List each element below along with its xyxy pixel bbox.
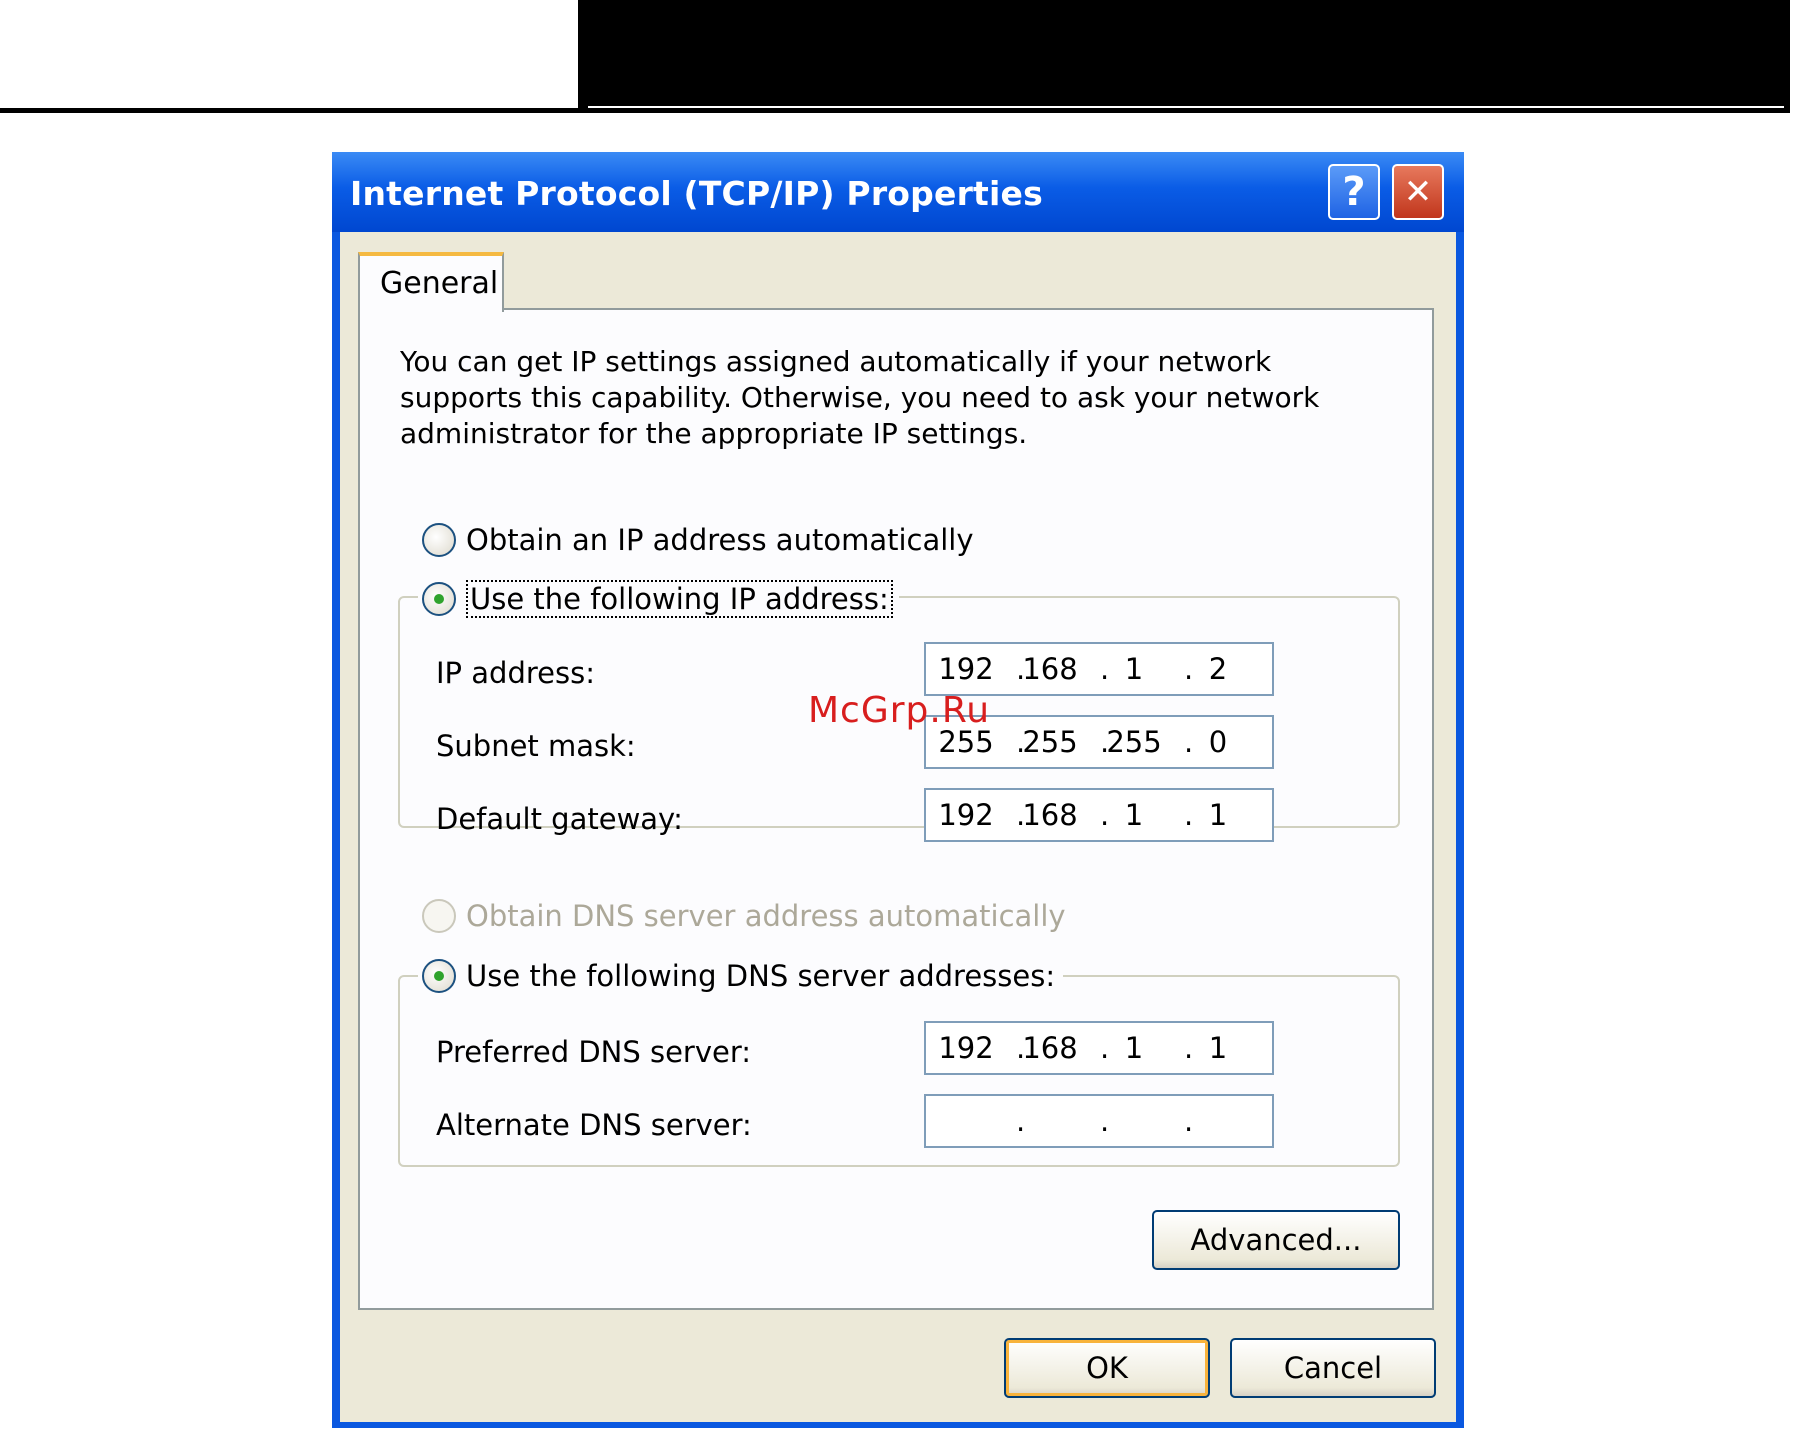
preferred-dns-label: Preferred DNS server: [436,1035,752,1069]
octet-1: 192 [938,652,994,686]
octet-1: 192 [938,1031,994,1065]
octet-4: 2 [1208,652,1228,686]
octet-2: 168 [1022,652,1078,686]
header-banner-underline [588,106,1784,108]
tab-general[interactable]: General [358,252,504,312]
title-bar[interactable]: Internet Protocol (TCP/IP) Properties ? … [332,152,1464,232]
general-tab-panel: You can get IP settings assigned automat… [358,308,1434,1310]
advanced-button[interactable]: Advanced... [1152,1210,1400,1270]
octet-4: 1 [1208,798,1228,832]
default-gateway-label: Default gateway: [436,802,683,836]
radio-button-icon[interactable] [422,523,456,557]
subnet-mask-label: Subnet mask: [436,729,636,763]
octet-separator: . [1100,1104,1110,1138]
octet-2: 168 [1022,798,1078,832]
preferred-dns-input[interactable]: 192 . 168 . 1 . 1 [924,1021,1274,1075]
window-title: Internet Protocol (TCP/IP) Properties [350,174,1043,213]
radio-button-icon[interactable] [422,959,456,993]
watermark: McGrp.Ru [808,690,991,731]
ip-address-input[interactable]: 192 . 168 . 1 . 2 [924,642,1274,696]
octet-1: 192 [938,798,994,832]
ok-button[interactable]: OK [1004,1338,1210,1398]
dialog-client-area: General You can get IP settings assigned… [340,232,1456,1422]
radio-use-following-dns[interactable]: Use the following DNS server addresses: [418,959,1064,993]
octet-4: 1 [1208,1031,1228,1065]
radio-use-following-ip-label: Use the following IP address: [466,580,893,618]
cancel-button[interactable]: Cancel [1230,1338,1436,1398]
octet-3: 1 [1124,1031,1144,1065]
radio-button-icon [422,899,456,933]
octet-2: 255 [1022,725,1078,759]
radio-use-following-dns-label: Use the following DNS server addresses: [466,959,1056,993]
octet-3: 1 [1124,798,1144,832]
radio-use-following-ip[interactable]: Use the following IP address: [418,580,899,618]
octet-2: 168 [1022,1031,1078,1065]
octet-3: 255 [1106,725,1162,759]
tab-general-label: General [380,266,499,301]
octet-4: 0 [1208,725,1228,759]
intro-text: You can get IP settings assigned automat… [400,345,1320,450]
alternate-dns-label: Alternate DNS server: [436,1108,752,1142]
help-button[interactable]: ? [1328,164,1380,220]
alternate-dns-input[interactable]: . . . [924,1094,1274,1148]
close-icon: ✕ [1403,172,1433,212]
radio-obtain-ip-auto[interactable]: Obtain an IP address automatically [422,523,974,557]
default-gateway-input[interactable]: 192 . 168 . 1 . 1 [924,788,1274,842]
radio-button-icon[interactable] [422,582,456,616]
ip-address-label: IP address: [436,656,595,690]
radio-obtain-ip-auto-label: Obtain an IP address automatically [466,523,974,557]
radio-obtain-dns-auto-label: Obtain DNS server address automatically [466,899,1066,933]
radio-obtain-dns-auto: Obtain DNS server address automatically [422,899,1066,933]
octet-separator: . [1016,1104,1026,1138]
close-button[interactable]: ✕ [1392,164,1444,220]
header-black-banner [578,0,1790,112]
octet-separator: . [1184,1104,1194,1138]
help-icon: ? [1342,169,1366,215]
octet-3: 1 [1124,652,1144,686]
tcpip-properties-dialog: Internet Protocol (TCP/IP) Properties ? … [332,152,1464,1428]
